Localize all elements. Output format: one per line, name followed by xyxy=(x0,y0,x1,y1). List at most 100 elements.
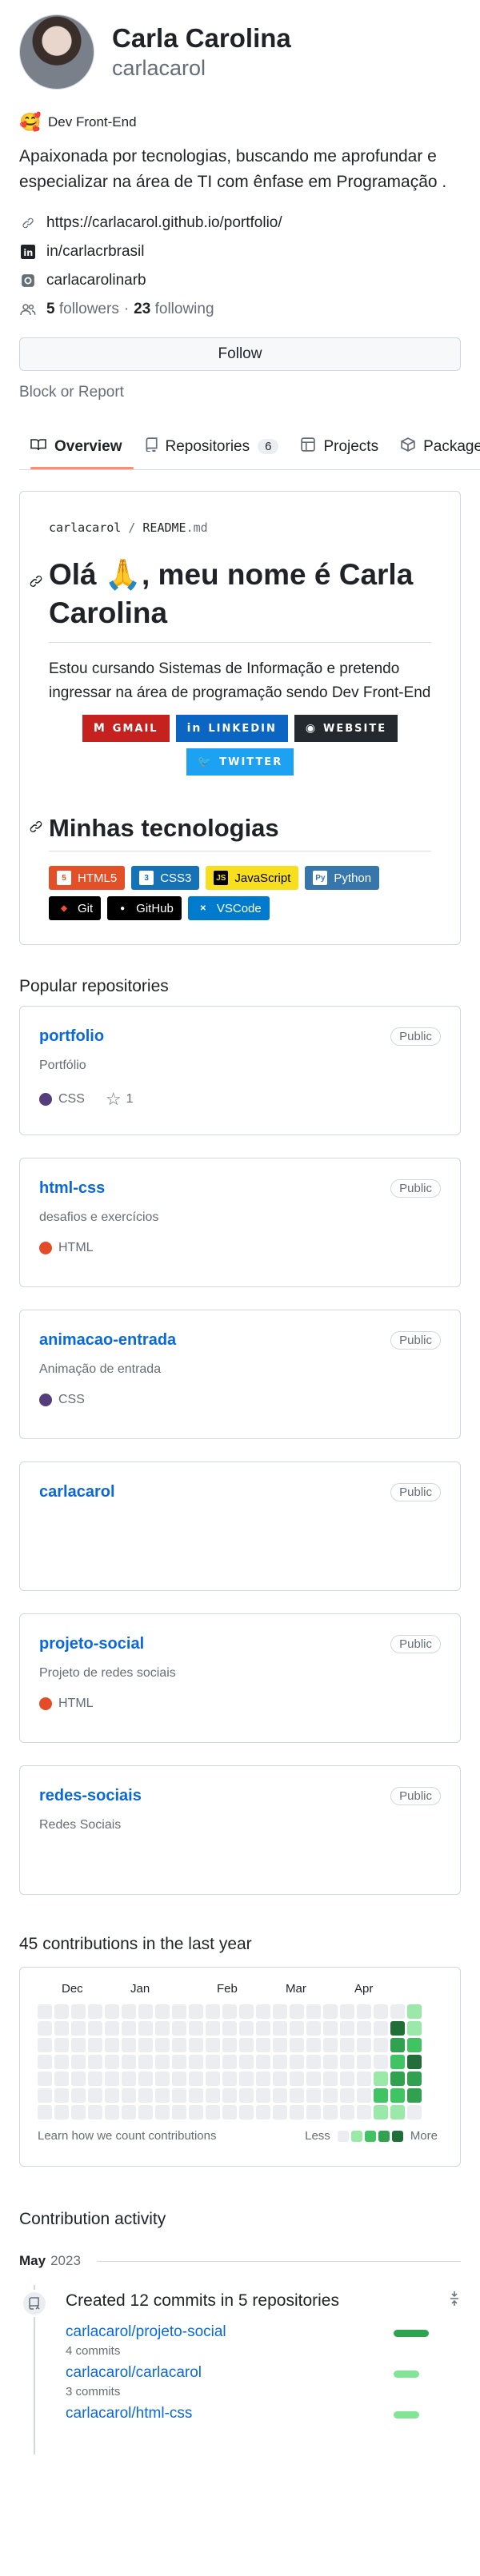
contribution-day-cell[interactable] xyxy=(206,2004,220,2019)
contribution-day-cell[interactable] xyxy=(306,2004,321,2019)
contribution-day-cell[interactable] xyxy=(390,2021,405,2036)
contribution-day-cell[interactable] xyxy=(390,2038,405,2052)
contribution-day-cell[interactable] xyxy=(256,2038,270,2052)
contribution-day-cell[interactable] xyxy=(222,2088,237,2103)
twitter-badge[interactable]: 🐦 TWITTER xyxy=(186,748,294,776)
contribution-day-cell[interactable] xyxy=(105,2021,119,2036)
contribution-day-cell[interactable] xyxy=(290,2072,304,2086)
repo-name-link[interactable]: projeto-social xyxy=(39,1635,144,1653)
commit-count[interactable]: 4 commits xyxy=(66,2344,226,2358)
contribution-day-cell[interactable] xyxy=(122,2088,136,2103)
repo-name-link[interactable]: redes-sociais xyxy=(39,1787,142,1804)
contribution-day-cell[interactable] xyxy=(122,2055,136,2069)
contribution-day-cell[interactable] xyxy=(138,2105,153,2119)
contribution-day-cell[interactable] xyxy=(172,2105,186,2119)
contribution-day-cell[interactable] xyxy=(122,2021,136,2036)
contribution-day-cell[interactable] xyxy=(390,2055,405,2069)
contribution-day-cell[interactable] xyxy=(273,2004,287,2019)
following-link[interactable]: 23 following xyxy=(134,301,214,318)
repo-name-link[interactable]: portfolio xyxy=(39,1027,104,1045)
contribution-day-cell[interactable] xyxy=(54,2038,69,2052)
contribution-day-cell[interactable] xyxy=(88,2021,102,2036)
contribution-day-cell[interactable] xyxy=(239,2055,254,2069)
contribution-day-cell[interactable] xyxy=(222,2038,237,2052)
contribution-day-cell[interactable] xyxy=(88,2072,102,2086)
contribution-day-cell[interactable] xyxy=(172,2072,186,2086)
contribution-day-cell[interactable] xyxy=(122,2038,136,2052)
contribution-day-cell[interactable] xyxy=(155,2088,170,2103)
tab-packages[interactable]: Packages xyxy=(390,424,480,469)
contribution-day-cell[interactable] xyxy=(189,2072,203,2086)
contribution-day-cell[interactable] xyxy=(256,2055,270,2069)
contribution-day-cell[interactable] xyxy=(290,2105,304,2119)
contribution-day-cell[interactable] xyxy=(323,2004,338,2019)
contribution-day-cell[interactable] xyxy=(340,2004,354,2019)
contribution-day-cell[interactable] xyxy=(374,2072,388,2086)
contribution-day-cell[interactable] xyxy=(239,2105,254,2119)
contribution-day-cell[interactable] xyxy=(357,2038,371,2052)
contribution-day-cell[interactable] xyxy=(71,2055,86,2069)
contribution-day-cell[interactable] xyxy=(38,2072,52,2086)
contribution-day-cell[interactable] xyxy=(340,2038,354,2052)
commit-repo-link[interactable]: carlacarol/html-css xyxy=(66,2405,192,2422)
repo-name-link[interactable]: html-css xyxy=(39,1179,105,1197)
tab-projects[interactable]: Projects xyxy=(290,424,390,469)
anchor-link-icon[interactable] xyxy=(28,819,44,839)
fold-icon[interactable] xyxy=(448,2291,461,2311)
contribution-day-cell[interactable] xyxy=(54,2105,69,2119)
contribution-day-cell[interactable] xyxy=(138,2004,153,2019)
contribution-day-cell[interactable] xyxy=(239,2004,254,2019)
contribution-day-cell[interactable] xyxy=(189,2004,203,2019)
contribution-day-cell[interactable] xyxy=(71,2072,86,2086)
contribution-day-cell[interactable] xyxy=(407,2021,422,2036)
block-report-link[interactable]: Block or Report xyxy=(19,384,461,401)
contribution-day-cell[interactable] xyxy=(155,2021,170,2036)
contribution-day-cell[interactable] xyxy=(71,2105,86,2119)
contribution-day-cell[interactable] xyxy=(374,2038,388,2052)
contribution-day-cell[interactable] xyxy=(374,2021,388,2036)
contribution-day-cell[interactable] xyxy=(323,2038,338,2052)
contribution-day-cell[interactable] xyxy=(374,2105,388,2119)
contribution-day-cell[interactable] xyxy=(340,2072,354,2086)
contribution-day-cell[interactable] xyxy=(122,2072,136,2086)
contribution-day-cell[interactable] xyxy=(306,2038,321,2052)
contribution-day-cell[interactable] xyxy=(88,2105,102,2119)
contribution-day-cell[interactable] xyxy=(172,2021,186,2036)
follow-button[interactable]: Follow xyxy=(19,337,461,371)
contribution-day-cell[interactable] xyxy=(256,2072,270,2086)
contribution-day-cell[interactable] xyxy=(71,2021,86,2036)
contribution-day-cell[interactable] xyxy=(105,2105,119,2119)
contribution-day-cell[interactable] xyxy=(357,2105,371,2119)
contribution-day-cell[interactable] xyxy=(88,2055,102,2069)
contribution-day-cell[interactable] xyxy=(222,2072,237,2086)
contribution-day-cell[interactable] xyxy=(390,2105,405,2119)
contribution-day-cell[interactable] xyxy=(407,2004,422,2019)
contribution-day-cell[interactable] xyxy=(71,2004,86,2019)
contribution-day-cell[interactable] xyxy=(256,2105,270,2119)
contribution-day-cell[interactable] xyxy=(206,2038,220,2052)
contribution-day-cell[interactable] xyxy=(357,2004,371,2019)
contribution-day-cell[interactable] xyxy=(71,2038,86,2052)
contribution-day-cell[interactable] xyxy=(239,2088,254,2103)
contribution-day-cell[interactable] xyxy=(256,2088,270,2103)
contribution-day-cell[interactable] xyxy=(374,2004,388,2019)
contribution-day-cell[interactable] xyxy=(189,2088,203,2103)
contribution-day-cell[interactable] xyxy=(273,2055,287,2069)
contribution-day-cell[interactable] xyxy=(189,2038,203,2052)
contribution-day-cell[interactable] xyxy=(54,2072,69,2086)
commit-repo-link[interactable]: carlacarol/projeto-social xyxy=(66,2323,226,2341)
contribution-day-cell[interactable] xyxy=(206,2072,220,2086)
contribution-day-cell[interactable] xyxy=(138,2072,153,2086)
contribution-day-cell[interactable] xyxy=(323,2021,338,2036)
contribution-day-cell[interactable] xyxy=(38,2088,52,2103)
contribution-day-cell[interactable] xyxy=(374,2055,388,2069)
contribution-day-cell[interactable] xyxy=(323,2088,338,2103)
contribution-day-cell[interactable] xyxy=(239,2072,254,2086)
contribution-day-cell[interactable] xyxy=(340,2105,354,2119)
contribution-day-cell[interactable] xyxy=(155,2055,170,2069)
contribution-day-cell[interactable] xyxy=(155,2072,170,2086)
contribution-day-cell[interactable] xyxy=(105,2004,119,2019)
readme-user-link[interactable]: carlacarol xyxy=(49,520,121,535)
contribution-day-cell[interactable] xyxy=(189,2105,203,2119)
contribution-day-cell[interactable] xyxy=(105,2055,119,2069)
